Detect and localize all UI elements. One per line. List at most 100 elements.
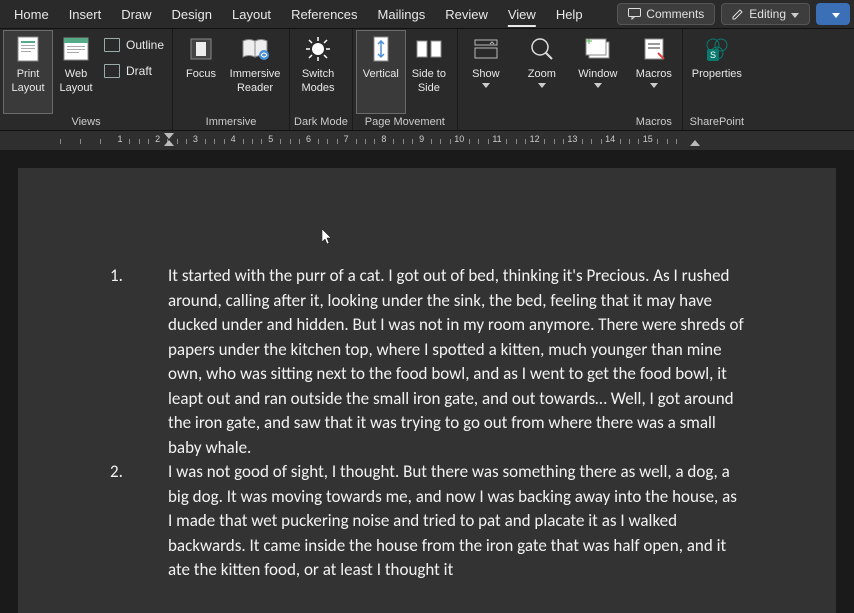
- list-number: 2.: [110, 460, 168, 583]
- zoom-icon: [528, 35, 556, 63]
- list-number: 1.: [110, 264, 168, 460]
- group-show: Show: [458, 29, 514, 130]
- focus-button[interactable]: Focus: [177, 31, 225, 113]
- side-to-side-icon: [415, 35, 443, 63]
- outline-button[interactable]: Outline: [104, 35, 164, 55]
- menu-bar: Home Insert Draw Design Layout Reference…: [0, 0, 854, 28]
- chevron-down-icon: [791, 13, 799, 18]
- tab-insert[interactable]: Insert: [59, 3, 112, 26]
- tab-layout[interactable]: Layout: [222, 3, 281, 26]
- ruler-number: 11: [492, 134, 501, 144]
- side-to-side-button[interactable]: Side to Side: [405, 31, 453, 113]
- group-pagemovement: Vertical Side to Side Page Movement: [353, 29, 458, 130]
- comment-icon: [628, 8, 641, 20]
- list-item: 1. It started with the purr of a cat. I …: [110, 264, 744, 460]
- pencil-icon: [732, 8, 744, 20]
- svg-text:S: S: [710, 50, 716, 60]
- draft-icon: [104, 64, 120, 78]
- group-sharepoint: S Properties SharePoint: [683, 29, 751, 130]
- ruler-number: 9: [419, 134, 424, 144]
- tab-design[interactable]: Design: [162, 3, 222, 26]
- properties-button[interactable]: S Properties: [687, 31, 747, 113]
- web-layout-button[interactable]: Web Layout: [52, 31, 100, 113]
- tab-view[interactable]: View: [498, 3, 546, 26]
- focus-label: Focus: [186, 67, 216, 81]
- vertical-label: Vertical: [363, 67, 399, 81]
- editing-button[interactable]: Editing: [721, 3, 810, 25]
- immersive-reader-label: Immersive Reader: [229, 67, 281, 95]
- tab-references[interactable]: References: [281, 3, 367, 26]
- ruler-number: 2: [155, 134, 160, 144]
- macros-button[interactable]: Macros: [630, 31, 678, 113]
- print-layout-icon: [14, 35, 42, 63]
- tab-mailings[interactable]: Mailings: [368, 3, 436, 26]
- ruler-number: 1: [117, 134, 122, 144]
- ruler-number: 13: [567, 134, 577, 144]
- ruler-number: 14: [605, 134, 615, 144]
- ruler-number: 3: [193, 134, 198, 144]
- show-label: Show: [472, 67, 500, 81]
- ruler-number: 10: [454, 134, 464, 144]
- print-layout-label: Print Layout: [8, 67, 48, 95]
- chevron-down-icon: [594, 83, 602, 88]
- switch-modes-button[interactable]: Switch Modes: [294, 31, 342, 113]
- chevron-down-icon: [650, 83, 658, 88]
- ruler-number: 15: [643, 134, 653, 144]
- outline-label: Outline: [126, 38, 164, 52]
- group-sharepoint-label: SharePoint: [687, 114, 747, 130]
- group-pagemovement-label: Page Movement: [357, 114, 453, 130]
- outline-icon: [104, 38, 120, 52]
- mouse-cursor: [322, 229, 334, 245]
- paragraph-text[interactable]: I was not good of sight, I thought. But …: [168, 460, 744, 583]
- group-views: Print Layout Web Layout Outline Draft Vi…: [0, 29, 173, 130]
- window-button[interactable]: Window: [574, 31, 622, 113]
- group-macros-label: Macros: [630, 114, 678, 130]
- ruler-number: 7: [344, 134, 349, 144]
- list-item: 2. I was not good of sight, I thought. B…: [110, 460, 744, 583]
- show-icon: [472, 35, 500, 63]
- comments-label: Comments: [646, 7, 704, 21]
- window-label: Window: [578, 67, 617, 81]
- share-button[interactable]: [816, 3, 850, 25]
- window-icon: [584, 35, 612, 63]
- tab-review[interactable]: Review: [435, 3, 498, 26]
- chevron-down-icon: [482, 83, 490, 88]
- print-layout-button[interactable]: Print Layout: [4, 31, 52, 113]
- paragraph-text[interactable]: It started with the purr of a cat. I got…: [168, 264, 744, 460]
- ruler[interactable]: 123456789101112131415: [0, 130, 854, 150]
- document-area: 1. It started with the purr of a cat. I …: [0, 150, 854, 613]
- immersive-reader-button[interactable]: Immersive Reader: [225, 31, 285, 113]
- zoom-label: Zoom: [528, 67, 556, 81]
- comments-button[interactable]: Comments: [617, 3, 715, 25]
- ruler-number: 6: [306, 134, 311, 144]
- switch-modes-icon: [304, 35, 332, 63]
- group-views-label: Views: [4, 114, 168, 130]
- ruler-number: 12: [530, 134, 540, 144]
- group-macros: Macros Macros: [626, 29, 683, 130]
- tab-draw[interactable]: Draw: [111, 3, 161, 26]
- group-darkmode: Switch Modes Dark Mode: [290, 29, 353, 130]
- ruler-number: 8: [381, 134, 386, 144]
- group-darkmode-label: Dark Mode: [294, 114, 348, 130]
- group-window: Window: [570, 29, 626, 130]
- web-layout-icon: [62, 35, 90, 63]
- share-icon: [826, 8, 827, 20]
- macros-icon: [640, 35, 668, 63]
- tab-help[interactable]: Help: [546, 3, 593, 26]
- draft-label: Draft: [126, 64, 152, 78]
- macros-label: Macros: [636, 67, 672, 81]
- chevron-down-icon: [832, 13, 840, 18]
- show-button[interactable]: Show: [462, 31, 510, 113]
- ruler-number: 4: [231, 134, 236, 144]
- vertical-button[interactable]: Vertical: [357, 31, 405, 113]
- editing-label: Editing: [749, 7, 786, 21]
- immersive-reader-icon: [241, 35, 269, 63]
- group-immersive: Focus Immersive Reader Immersive: [173, 29, 290, 130]
- tab-home[interactable]: Home: [4, 3, 59, 26]
- properties-icon: S: [703, 35, 731, 63]
- page[interactable]: 1. It started with the purr of a cat. I …: [18, 168, 836, 613]
- zoom-button[interactable]: Zoom: [518, 31, 566, 113]
- draft-button[interactable]: Draft: [104, 61, 164, 81]
- side-to-side-label: Side to Side: [409, 67, 449, 95]
- properties-label: Properties: [692, 67, 742, 81]
